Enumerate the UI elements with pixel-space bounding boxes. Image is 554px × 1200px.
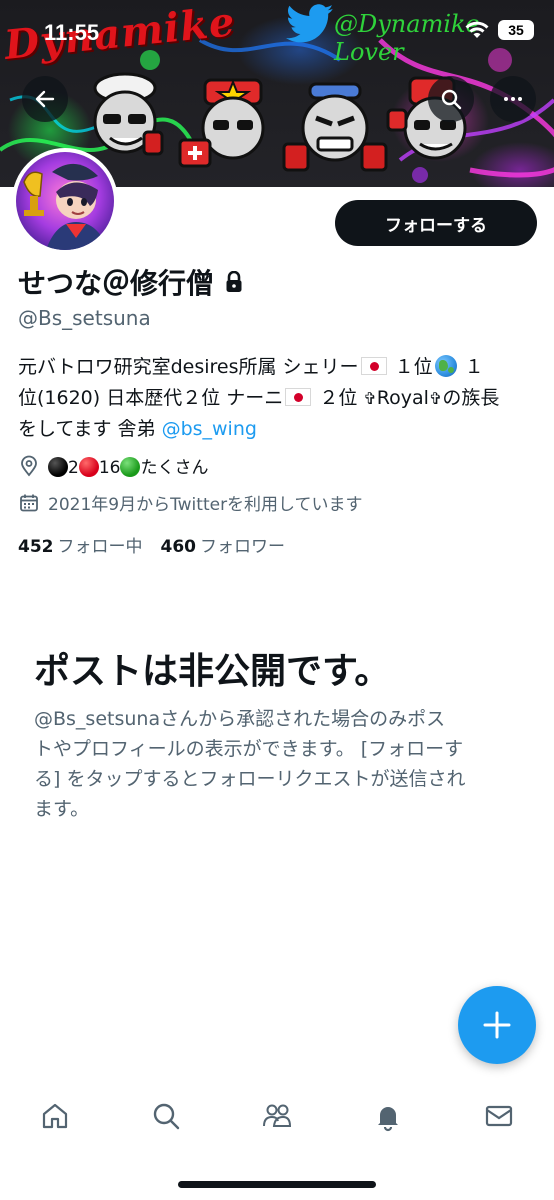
- nav-home[interactable]: [25, 1086, 85, 1146]
- display-name-row: せつな＠修行僧: [18, 262, 244, 302]
- calendar-icon: [18, 492, 40, 514]
- bio-text: の族長: [442, 387, 500, 409]
- location-pin-icon: [18, 455, 40, 477]
- cross-symbol: ✞: [428, 389, 443, 408]
- follow-button[interactable]: フォローする: [335, 200, 537, 246]
- profile-joined: 2021年9月からTwitterを利用しています: [18, 490, 363, 515]
- nav-search[interactable]: [136, 1086, 196, 1146]
- globe-icon: [434, 355, 457, 377]
- profile-handle: @Bs_setsuna: [18, 306, 151, 330]
- followers-label: フォロワー: [200, 537, 285, 557]
- location-count: 2: [68, 458, 79, 478]
- search-icon: [439, 87, 463, 111]
- communities-icon: [261, 1100, 293, 1132]
- followers-count: 460: [160, 537, 197, 557]
- profile-bio: 元バトロワ研究室desires所属 シェリー １位 １ 位(1620) 日本歴代…: [18, 352, 538, 445]
- following-count: 452: [18, 537, 54, 557]
- back-button[interactable]: [22, 76, 68, 122]
- private-notice-line: ます。: [34, 798, 90, 820]
- bio-mention-link[interactable]: @bs_wing: [162, 418, 257, 440]
- envelope-icon: [483, 1100, 515, 1132]
- bio-line: 位(1620) 日本歴代２位 ナーニ ２位 ✞Royal✞の族長: [18, 383, 538, 414]
- arrow-left-icon: [33, 87, 57, 111]
- profile-location: 2 16 たくさん: [18, 453, 208, 478]
- private-notice-title: ポストは非公開です。: [34, 651, 391, 692]
- private-notice-line: トやプロフィールの表示ができます。 [フォローす: [34, 738, 464, 760]
- following-label: フォロー中: [57, 537, 143, 557]
- private-notice-line: @Bs_setsunaさんから承認された場合のみポス: [34, 708, 446, 730]
- location-count: 16: [98, 458, 121, 478]
- bio-text: ２位: [319, 387, 358, 409]
- avatar[interactable]: [12, 148, 118, 254]
- banner-characters: [70, 70, 490, 180]
- bio-text: 元バトロワ研究室desires所属 シェリー: [18, 356, 359, 378]
- cross-symbol: ✞: [363, 389, 377, 408]
- avatar-image: [16, 152, 114, 250]
- search-icon: [150, 1100, 182, 1132]
- plus-icon: [480, 1008, 514, 1042]
- bio-text: をしてます 舎弟: [18, 418, 162, 440]
- private-notice-body: @Bs_setsunaさんから承認された場合のみポス トやプロフィールの表示がで…: [34, 704, 524, 824]
- bio-line: をしてます 舎弟 @bs_wing: [18, 414, 538, 445]
- black-circle-icon: [48, 457, 68, 477]
- nav-messages[interactable]: [469, 1086, 529, 1146]
- location-label: たくさん: [140, 458, 209, 478]
- display-name: せつな＠修行僧: [18, 267, 215, 300]
- home-indicator: [178, 1181, 376, 1188]
- twitter-bird-icon: [286, 4, 334, 44]
- wifi-icon: [464, 20, 490, 40]
- location-text: 2 16 たくさん: [48, 453, 208, 478]
- following-stat[interactable]: 452 フォロー中: [18, 532, 143, 557]
- status-icons: 35: [464, 20, 534, 40]
- bottom-navigation: [0, 1080, 554, 1152]
- bio-text: Royal: [376, 387, 429, 409]
- more-options-button[interactable]: [490, 76, 536, 122]
- bio-text: 位(1620) 日本歴代２位 ナーニ: [18, 387, 284, 409]
- search-button[interactable]: [428, 76, 474, 122]
- nav-communities[interactable]: [247, 1086, 307, 1146]
- bio-text: １位: [394, 356, 433, 378]
- status-time: 11:55: [44, 20, 100, 45]
- red-circle-icon: [78, 457, 99, 477]
- bell-icon: [372, 1100, 404, 1132]
- profile-screen: Dynamike @Dynamike Lover 11:55 35 フォローする…: [0, 0, 554, 1200]
- followers-stat[interactable]: 460 フォロワー: [161, 532, 286, 557]
- green-circle-icon: [120, 457, 141, 477]
- compose-fab-button[interactable]: [458, 986, 536, 1064]
- japan-flag-icon: [360, 357, 387, 375]
- lock-icon: [224, 271, 244, 293]
- japan-flag-icon: [285, 388, 312, 406]
- joined-text: 2021年9月からTwitterを利用しています: [48, 495, 363, 515]
- battery-indicator: 35: [498, 20, 534, 40]
- follow-stats: 452 フォロー中 460 フォロワー: [18, 532, 285, 557]
- bio-line: 元バトロワ研究室desires所属 シェリー １位 １: [18, 352, 538, 383]
- bio-text: １: [464, 356, 484, 378]
- nav-notifications[interactable]: [358, 1086, 418, 1146]
- home-icon: [39, 1100, 71, 1132]
- more-horizontal-icon: [501, 87, 525, 111]
- private-notice-line: る] をタップするとフォローリクエストが送信され: [34, 768, 466, 790]
